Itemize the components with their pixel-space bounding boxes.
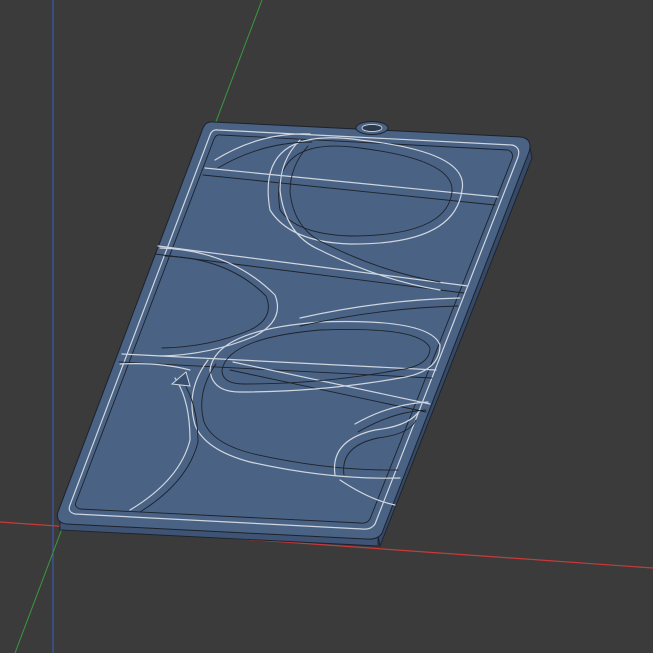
plate-model[interactable] <box>56 121 533 548</box>
hanging-loop <box>355 121 389 135</box>
3d-viewport[interactable] <box>0 0 653 653</box>
